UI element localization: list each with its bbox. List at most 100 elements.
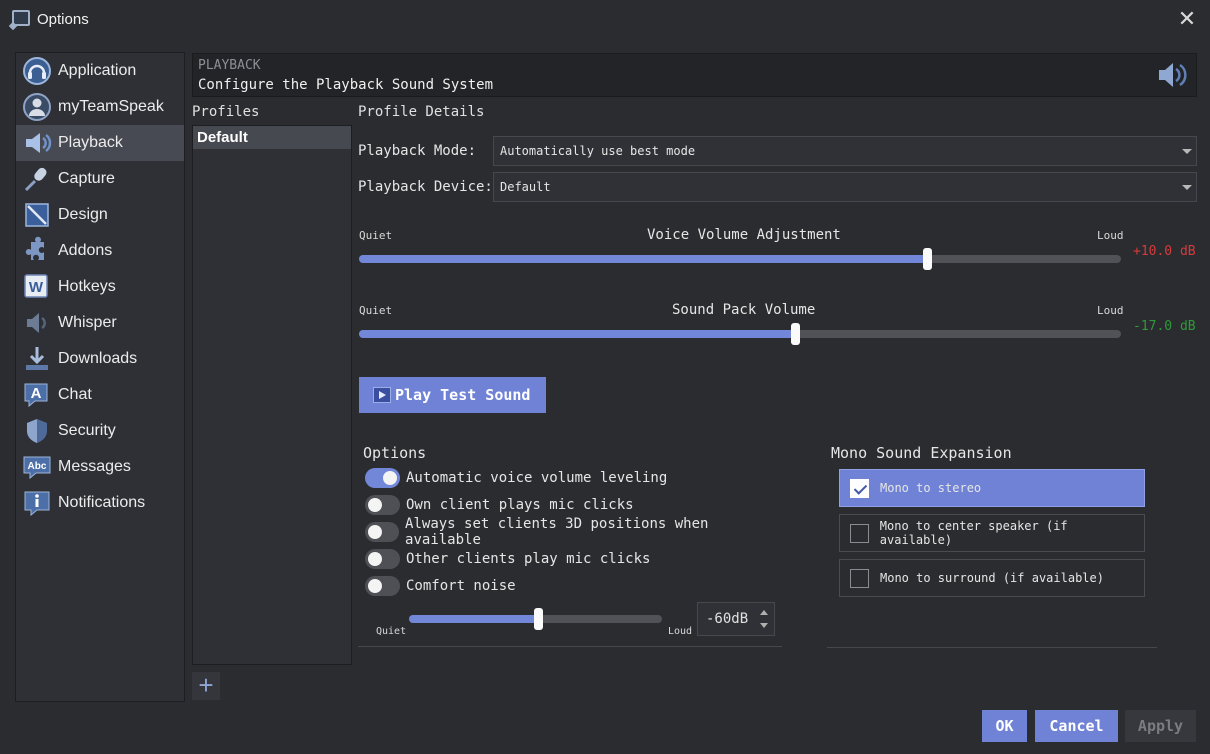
mono-option-label: Mono to surround (if available): [880, 571, 1104, 585]
svg-text:W: W: [29, 279, 44, 296]
sidebar-item-notifications[interactable]: Notifications: [16, 485, 184, 521]
mono-expansion-group: Mono Sound Expansion Mono to stereo Mono…: [827, 440, 1157, 648]
toggle-switch[interactable]: [365, 522, 400, 542]
sound-pack-slider[interactable]: [359, 323, 1121, 345]
toggle-comfort-noise[interactable]: Comfort noise: [365, 575, 516, 597]
speaker-icon: [22, 128, 52, 158]
sidebar-item-hotkeys[interactable]: W Hotkeys: [16, 269, 184, 305]
sidebar-item-downloads[interactable]: Downloads: [16, 341, 184, 377]
checkbox[interactable]: [850, 478, 869, 498]
chevron-down-icon: [1182, 149, 1192, 154]
sidebar-item-whisper[interactable]: Whisper: [16, 305, 184, 341]
playback-mode-label: Playback Mode:: [358, 143, 477, 159]
options-group: Options Automatic voice volume leveling …: [358, 440, 782, 647]
comfort-noise-handle[interactable]: [534, 608, 544, 630]
voice-volume-slider[interactable]: [359, 248, 1121, 270]
ok-button[interactable]: OK: [982, 710, 1027, 742]
playback-device-value: Default: [500, 180, 551, 194]
title-bar: Options ✕: [0, 0, 1210, 38]
svg-text:A: A: [31, 385, 42, 402]
toggle-switch[interactable]: [365, 549, 400, 569]
toggle-label: Automatic voice volume leveling: [406, 470, 668, 486]
sidebar-item-security[interactable]: Security: [16, 413, 184, 449]
profiles-label: Profiles: [192, 104, 260, 120]
comfort-noise-min-label: Quiet: [376, 626, 407, 637]
sidebar-item-chat[interactable]: A Chat: [16, 377, 184, 413]
playback-mode-value: Automatically use best mode: [500, 144, 696, 158]
options-title: Options: [363, 444, 427, 462]
comfort-noise-spinbox[interactable]: -60dB: [697, 602, 775, 636]
mono-option-label: Mono to center speaker (if available): [879, 519, 1068, 547]
profile-item-default[interactable]: Default: [193, 126, 351, 149]
sidebar-item-label: Whisper: [58, 314, 117, 331]
toggle-switch[interactable]: [365, 468, 400, 488]
spin-down-icon[interactable]: [760, 623, 768, 628]
toggle-3d-positions[interactable]: Always set clients 3D positions when ava…: [365, 516, 782, 548]
add-profile-button[interactable]: +: [192, 672, 220, 700]
comfort-noise-fill: [409, 615, 539, 623]
sound-pack-max-label: Loud: [1097, 304, 1124, 317]
mono-option-label: Mono to stereo: [880, 481, 982, 495]
toggle-own-mic-clicks[interactable]: Own client plays mic clicks: [365, 494, 634, 516]
sidebar-item-label: Hotkeys: [58, 278, 116, 295]
sidebar-item-design[interactable]: Design: [16, 197, 184, 233]
mono-to-stereo-option[interactable]: Mono to stereo: [839, 469, 1145, 507]
spin-up-icon[interactable]: [760, 610, 768, 615]
voice-volume-handle[interactable]: [922, 248, 932, 270]
whisper-speaker-icon: [22, 308, 52, 338]
playback-device-select[interactable]: Default: [493, 172, 1197, 202]
user-avatar-icon: [22, 92, 52, 122]
sidebar-item-application[interactable]: Application: [16, 53, 184, 89]
play-test-sound-button[interactable]: Play Test Sound: [359, 377, 546, 413]
sidebar-item-label: Chat: [58, 386, 92, 403]
toggle-switch[interactable]: [365, 495, 400, 515]
sidebar-item-capture[interactable]: Capture: [16, 161, 184, 197]
sidebar-item-label: Messages: [58, 458, 131, 475]
comfort-noise-max-label: Loud: [668, 626, 693, 637]
checkbox[interactable]: [850, 568, 869, 588]
sidebar-item-addons[interactable]: Addons: [16, 233, 184, 269]
section-title: PLAYBACK: [198, 58, 261, 73]
sound-pack-value: -17.0 dB: [1133, 319, 1196, 334]
sidebar-item-label: Playback: [58, 134, 123, 151]
sidebar-item-playback[interactable]: Playback: [16, 125, 184, 161]
toggle-label: Comfort noise: [406, 578, 516, 594]
teamspeak-app-icon: [12, 10, 30, 26]
sidebar-item-label: Security: [58, 422, 116, 439]
sidebar-item-label: Design: [58, 206, 108, 223]
info-icon: [22, 488, 52, 518]
sidebar-item-myteamspeak[interactable]: myTeamSpeak: [16, 89, 184, 125]
sidebar-item-label: Capture: [58, 170, 115, 187]
mono-expansion-title: Mono Sound Expansion: [831, 444, 1012, 462]
profile-details-label: Profile Details: [358, 104, 485, 120]
design-icon: [22, 200, 52, 230]
chat-a-icon: A: [22, 380, 52, 410]
checkbox[interactable]: [850, 523, 869, 543]
comfort-noise-value: -60dB: [706, 611, 749, 627]
sound-pack-min-label: Quiet: [359, 304, 393, 317]
comfort-noise-slider[interactable]: [409, 608, 662, 630]
apply-button[interactable]: Apply: [1125, 710, 1196, 742]
speaker-icon: [1156, 60, 1188, 95]
mono-to-center-option[interactable]: Mono to center speaker (if available): [839, 514, 1145, 552]
microphone-icon: [22, 164, 52, 194]
mono-to-surround-option[interactable]: Mono to surround (if available): [839, 559, 1145, 597]
toggle-auto-voice-leveling[interactable]: Automatic voice volume leveling: [365, 467, 667, 489]
sound-pack-fill: [359, 330, 795, 338]
voice-volume-value: +10.0 dB: [1133, 244, 1196, 259]
sidebar: Application myTeamSpeak Playback Capture…: [15, 52, 185, 702]
voice-volume-fill: [359, 255, 927, 263]
cancel-button[interactable]: Cancel: [1035, 710, 1118, 742]
section-header: PLAYBACK Configure the Playback Sound Sy…: [192, 53, 1197, 97]
playback-mode-select[interactable]: Automatically use best mode: [493, 136, 1197, 166]
keyboard-w-icon: W: [22, 272, 52, 302]
sound-pack-handle[interactable]: [790, 323, 800, 345]
toggle-other-mic-clicks[interactable]: Other clients play mic clicks: [365, 548, 650, 570]
toggle-label: Other clients play mic clicks: [406, 551, 651, 567]
puzzle-icon: [22, 236, 52, 266]
toggle-label: Own client plays mic clicks: [406, 497, 634, 513]
close-button[interactable]: ✕: [1174, 6, 1200, 32]
toggle-switch[interactable]: [365, 576, 400, 596]
sidebar-item-label: Notifications: [58, 494, 146, 511]
sidebar-item-messages[interactable]: Abc Messages: [16, 449, 184, 485]
